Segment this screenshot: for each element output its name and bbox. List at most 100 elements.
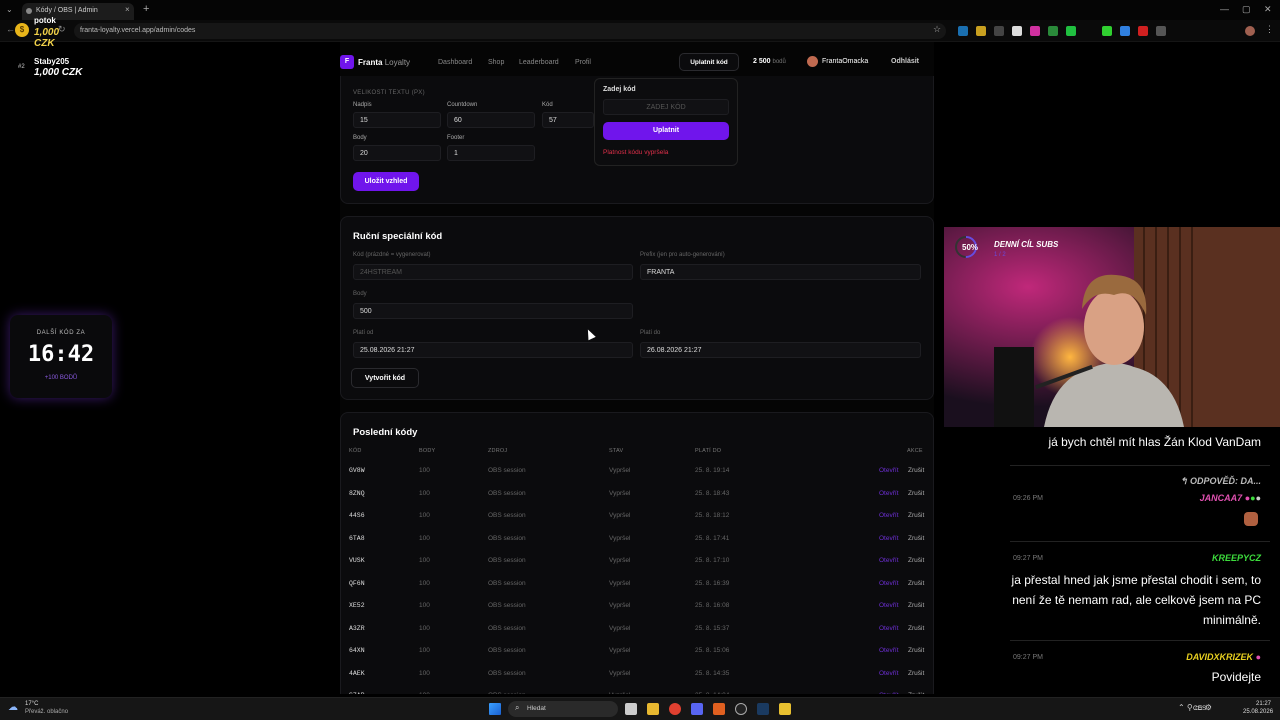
extension-icon[interactable] (1066, 26, 1076, 36)
chat-message: ja přestal hned jak jsme přestal chodit … (1011, 573, 1261, 627)
input-body[interactable]: 20 (353, 145, 441, 161)
open-code-link[interactable]: Otevřít (879, 602, 899, 609)
open-code-link[interactable]: Otevřít (879, 625, 899, 632)
col-header-stav: STAV (609, 448, 624, 454)
close-window-icon[interactable]: ✕ (1264, 4, 1272, 15)
open-code-link[interactable]: Otevřít (879, 557, 899, 564)
valid-to-input[interactable]: 26.08.2026 21:27 (640, 342, 921, 358)
cancel-code-link[interactable]: Zrušit (908, 512, 924, 519)
open-code-link[interactable]: Otevřít (879, 580, 899, 587)
cancel-code-link[interactable]: Zrušit (908, 692, 924, 694)
bookmark-star-icon[interactable]: ☆ (933, 24, 941, 35)
nav-leaderboard[interactable]: Leaderboard (519, 59, 559, 66)
cancel-code-link[interactable]: Zrušit (908, 625, 924, 632)
open-code-link[interactable]: Otevřít (879, 467, 899, 474)
redeem-code-button[interactable]: Uplatnit kód (679, 53, 739, 71)
url-field[interactable]: franta-loyalty.vercel.app/admin/codes (74, 23, 946, 39)
cell-source: OBS session (488, 579, 526, 587)
redeem-submit-button[interactable]: Uplatnit (603, 122, 729, 140)
cancel-code-link[interactable]: Zrušit (908, 670, 924, 677)
clock-time[interactable]: 21:27 (1256, 701, 1271, 707)
open-code-link[interactable]: Otevřít (879, 670, 899, 677)
tab-close-icon[interactable]: × (125, 5, 130, 14)
extension-icon[interactable] (1012, 26, 1022, 36)
save-appearance-button[interactable]: Uložit vzhled (353, 172, 419, 191)
open-code-link[interactable]: Otevřít (879, 512, 899, 519)
extension-icon[interactable] (1048, 26, 1058, 36)
create-code-button[interactable]: Vytvořit kód (351, 368, 419, 388)
logout-link[interactable]: Odhlásit (891, 58, 919, 65)
folder-icon[interactable] (647, 703, 659, 715)
extension-icon[interactable] (958, 26, 968, 36)
points-value: 2 500 (753, 58, 771, 65)
cell-status: Vypršel (609, 557, 631, 564)
redeem-code-input[interactable]: ZADEJ KÓD (603, 99, 729, 115)
taskbar-search[interactable]: ⌕ Hledat (508, 701, 618, 717)
app-icon[interactable] (713, 703, 725, 715)
extension-icon[interactable] (976, 26, 986, 36)
user-name[interactable]: FrantaOmacka (822, 58, 868, 65)
cancel-code-link[interactable]: Zrušit (908, 557, 924, 564)
extensions-puzzle-icon[interactable] (1156, 26, 1166, 36)
user-avatar[interactable] (807, 56, 818, 67)
discord-icon[interactable] (691, 703, 703, 715)
cancel-code-link[interactable]: Zrušit (908, 467, 924, 474)
nav-dashboard[interactable]: Dashboard (438, 59, 472, 66)
chrome-icon[interactable] (669, 703, 681, 715)
extension-icon[interactable] (1030, 26, 1040, 36)
steam-icon[interactable] (757, 703, 769, 715)
extension-icon[interactable] (1120, 26, 1130, 36)
nav-shop[interactable]: Shop (488, 59, 504, 66)
maximize-icon[interactable]: ▢ (1242, 4, 1251, 15)
start-icon[interactable] (489, 703, 501, 715)
input-footer[interactable]: 1 (447, 145, 535, 161)
weather-icon[interactable]: ☁ (8, 702, 18, 713)
input-lang[interactable]: CES (1193, 705, 1206, 712)
top-donor-user: Staby205 (34, 57, 70, 66)
open-code-link[interactable]: Otevřít (879, 490, 899, 497)
new-tab-icon[interactable]: + (143, 3, 149, 15)
points-input[interactable]: 500 (353, 303, 633, 319)
prefix-input[interactable]: FRANTA (640, 264, 921, 280)
browser-menu-icon[interactable]: ⋮ (1265, 24, 1274, 35)
valid-from-input[interactable]: 25.08.2026 21:27 (353, 342, 633, 358)
timer-reward: +100 BODŮ (44, 375, 78, 381)
cancel-code-link[interactable]: Zrušit (908, 580, 924, 587)
points-unit: bodů (772, 59, 786, 65)
donation-alert: $ potok 1,000 CZK (12, 14, 82, 49)
task-view-icon[interactable] (625, 703, 637, 715)
extension-icon[interactable] (994, 26, 1004, 36)
open-code-link[interactable]: Otevřít (879, 647, 899, 654)
nav-profil[interactable]: Profil (575, 59, 591, 66)
open-code-link[interactable]: Otevřít (879, 692, 899, 694)
next-code-timer: DALŠÍ KÓD ZA 16:42 +100 BODŮ (10, 315, 112, 398)
input-countdown[interactable]: 60 (447, 112, 535, 128)
input-nadpis[interactable]: 15 (353, 112, 441, 128)
divider (1010, 640, 1270, 641)
cell-source: OBS session (488, 669, 526, 677)
brand[interactable]: Franta Loyalty (358, 58, 410, 67)
tab-title: Kódy / OBS | Admin (36, 7, 98, 14)
minimize-icon[interactable]: — (1220, 4, 1229, 14)
taskbar: ☁ 17°C Převáž. oblačno ⌕ Hledat ⌃ ⚲ ▭ ⚙ … (0, 697, 1280, 720)
open-code-link[interactable]: Otevřít (879, 535, 899, 542)
cancel-code-link[interactable]: Zrušit (908, 602, 924, 609)
reply-text: ODPOVĚĎ: DA... (1189, 476, 1261, 486)
search-placeholder: Hledat (527, 705, 546, 712)
app-icon[interactable] (779, 703, 791, 715)
emote-icon (1244, 512, 1258, 526)
extension-icon[interactable] (1102, 26, 1112, 36)
cancel-code-link[interactable]: Zrušit (908, 647, 924, 654)
cancel-code-link[interactable]: Zrušit (908, 535, 924, 542)
tab-menu-icon[interactable]: ⌄ (6, 5, 13, 14)
cancel-code-link[interactable]: Zrušit (908, 490, 924, 497)
manual-code-card: Ruční speciální kód Kód (prázdné = vygen… (340, 216, 934, 400)
profile-avatar-icon[interactable] (1245, 26, 1255, 36)
code-input[interactable]: 24HSTREAM (353, 264, 633, 280)
obs-icon[interactable] (735, 703, 747, 715)
clock-date[interactable]: 25.08.2026 (1243, 709, 1273, 715)
input-kod[interactable]: 57 (542, 112, 594, 128)
extension-icon[interactable] (1138, 26, 1148, 36)
codes-table-body: GV8W 100 OBS session Vypršel 25. 8. 19:14 Ote… (341, 460, 934, 694)
cell-status: Vypršel (609, 669, 631, 677)
